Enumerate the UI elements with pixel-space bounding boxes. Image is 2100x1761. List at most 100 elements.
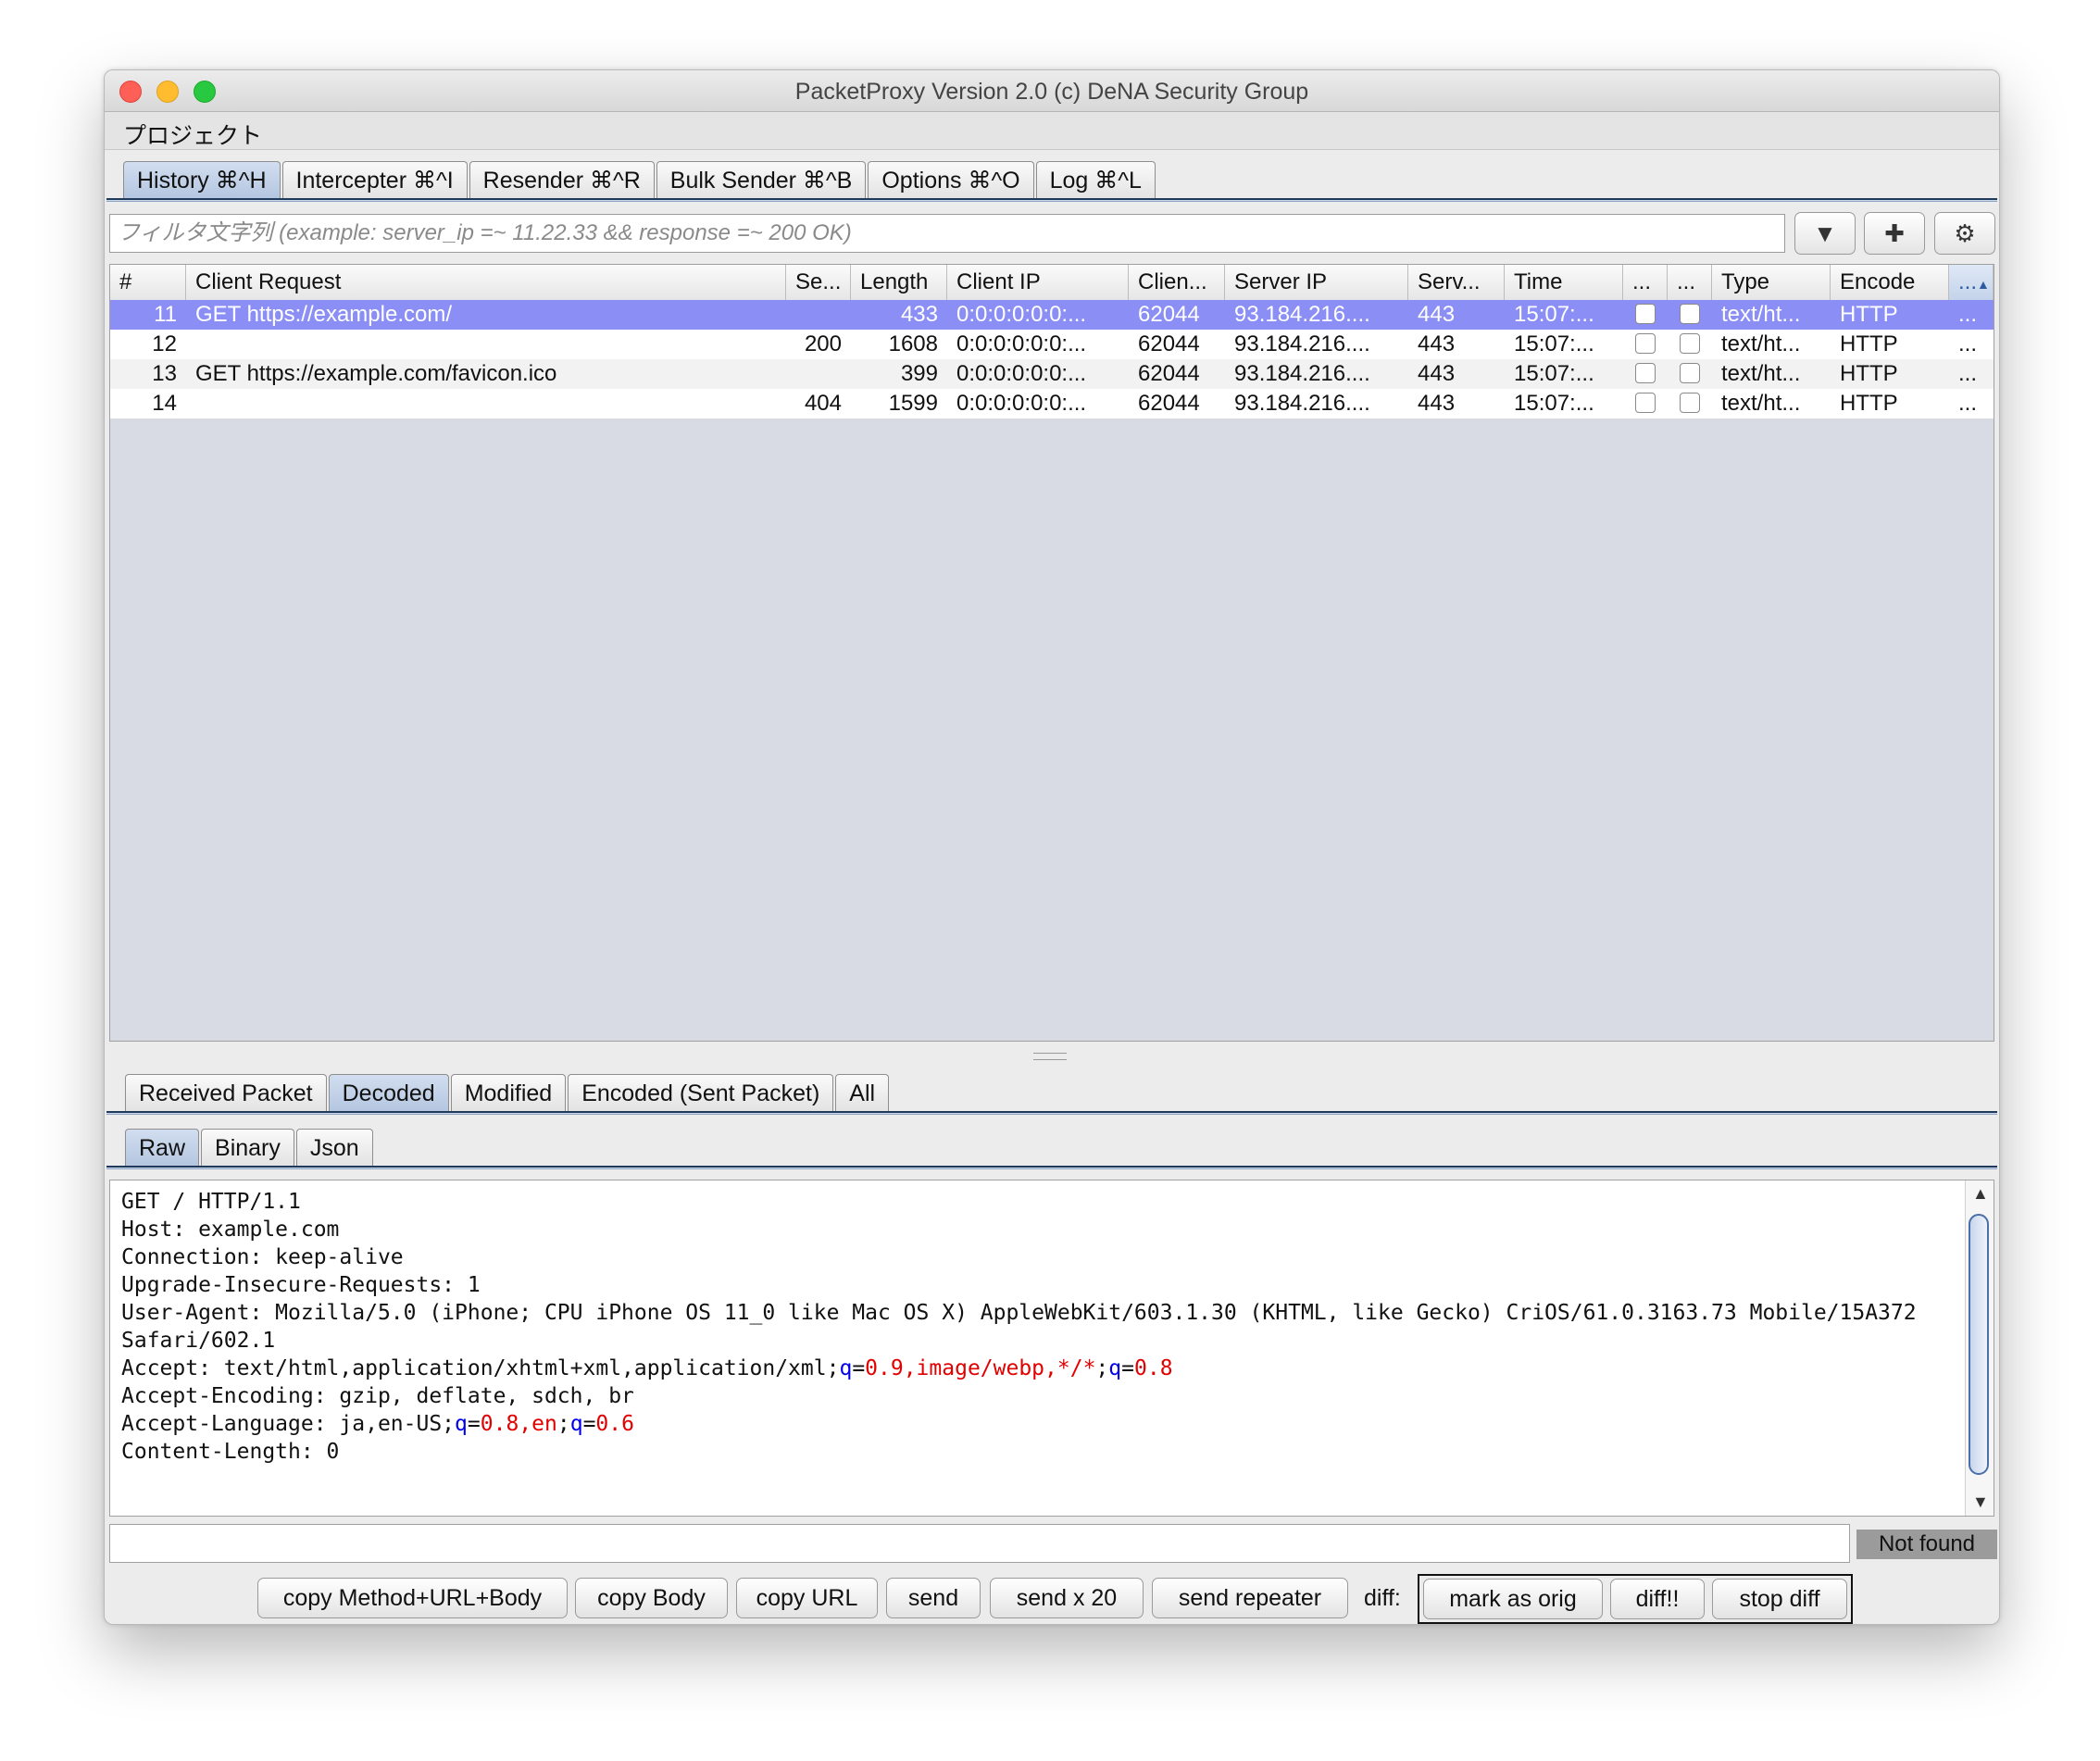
col-header-time[interactable]: Time xyxy=(1505,265,1623,300)
col-header-encode[interactable]: Encode xyxy=(1831,265,1949,300)
raw-line: Safari/602.1 xyxy=(121,1329,276,1353)
cell-client-request xyxy=(186,389,786,418)
send-repeater-button[interactable]: send repeater xyxy=(1152,1578,1348,1618)
row-flag2-checkbox[interactable] xyxy=(1680,333,1700,354)
raw-line-accept: Accept: text/html,application/xhtml+xml,… xyxy=(121,1356,1173,1380)
filter-settings-button[interactable]: ⚙ xyxy=(1934,212,1995,255)
cell-client-request: GET https://example.com/favicon.ico xyxy=(195,361,557,386)
col-header-flag1[interactable]: ... xyxy=(1623,265,1668,300)
cell-more: ... xyxy=(1958,302,1978,327)
row-flag1-checkbox[interactable] xyxy=(1635,393,1656,413)
filter-dropdown-button[interactable]: ▼ xyxy=(1794,212,1856,255)
tab-received-packet[interactable]: Received Packet xyxy=(125,1074,327,1111)
packet-tabs: Received Packet Decoded Modified Encoded… xyxy=(125,1074,891,1111)
col-header-status[interactable]: Se... xyxy=(786,265,851,300)
cell-client-ip: 0:0:0:0:0:0:... xyxy=(956,331,1087,356)
cell-client-port: 62044 xyxy=(1138,302,1200,327)
tab-all[interactable]: All xyxy=(835,1074,890,1111)
row-flag1-checkbox[interactable] xyxy=(1635,304,1656,324)
cell-server-ip: 93.184.216.... xyxy=(1234,361,1370,386)
table-row[interactable]: 12 200 1608 0:0:0:0:0:0:... 62044 93.184… xyxy=(110,330,1994,359)
copy-url-button[interactable]: copy URL xyxy=(736,1578,878,1618)
raw-packet-textarea[interactable]: GET / HTTP/1.1 Host: example.com Connect… xyxy=(109,1180,1994,1517)
cell-more: ... xyxy=(1958,361,1978,386)
tab-encoded-sent-packet[interactable]: Encoded (Sent Packet) xyxy=(568,1074,834,1111)
table-row[interactable]: 14 404 1599 0:0:0:0:0:0:... 62044 93.184… xyxy=(110,389,1994,418)
menu-project[interactable]: プロジェクト xyxy=(123,118,262,151)
scroll-up-arrow-icon[interactable]: ▲ xyxy=(1972,1184,1989,1204)
table-header: # Client Request Se... Length Client IP … xyxy=(110,265,1994,301)
col-header-server-ip[interactable]: Server IP xyxy=(1225,265,1408,300)
filter-input[interactable]: フィルタ文字列 (example: server_ip =~ 11.22.33 … xyxy=(109,214,1785,253)
main-tabs: History ⌘^H Intercepter ⌘^I Resender ⌘^R… xyxy=(123,161,1157,198)
app-window: PacketProxy Version 2.0 (c) DeNA Securit… xyxy=(104,69,2000,1625)
scroll-down-arrow-icon[interactable]: ▼ xyxy=(1972,1492,1989,1512)
col-header-more[interactable]: ...▲ xyxy=(1949,265,1994,300)
cell-time: 15:07:... xyxy=(1514,391,1594,416)
raw-line: Accept-Encoding: gzip, deflate, sdch, br xyxy=(121,1384,634,1408)
col-header-length[interactable]: Length xyxy=(851,265,947,300)
cell-client-ip: 0:0:0:0:0:0:... xyxy=(956,361,1087,386)
col-header-client-port[interactable]: Clien... xyxy=(1129,265,1225,300)
cell-server-port: 443 xyxy=(1418,361,1456,386)
table-row[interactable]: 11 GET https://example.com/ 433 0:0:0:0:… xyxy=(110,300,1994,330)
send-button[interactable]: send xyxy=(886,1578,981,1618)
col-header-server-port[interactable]: Serv... xyxy=(1408,265,1505,300)
cell-client-port: 62044 xyxy=(1138,331,1200,356)
tab-history[interactable]: History ⌘^H xyxy=(123,161,281,198)
cell-number: 11 xyxy=(154,302,177,327)
sort-ascending-icon: ▲ xyxy=(1977,277,1990,292)
search-input[interactable] xyxy=(109,1524,1850,1563)
tab-decoded[interactable]: Decoded xyxy=(328,1074,449,1111)
col-header-type[interactable]: Type xyxy=(1712,265,1831,300)
row-flag1-checkbox[interactable] xyxy=(1635,333,1656,354)
cell-client-request xyxy=(186,330,786,359)
vertical-scrollbar[interactable]: ▲ ▼ xyxy=(1965,1180,1994,1516)
tab-modified[interactable]: Modified xyxy=(450,1074,567,1111)
col-header-number[interactable]: # xyxy=(110,265,186,300)
tab-intercepter[interactable]: Intercepter ⌘^I xyxy=(281,161,468,198)
view-tab-underline xyxy=(106,1166,1997,1169)
diff-button[interactable]: diff!! xyxy=(1610,1579,1705,1619)
send-x20-button[interactable]: send x 20 xyxy=(990,1578,1144,1618)
row-flag2-checkbox[interactable] xyxy=(1680,363,1700,383)
tab-raw[interactable]: Raw xyxy=(125,1129,200,1166)
col-header-client-ip[interactable]: Client IP xyxy=(947,265,1129,300)
menu-bar: プロジェクト xyxy=(105,112,1999,150)
scrollbar-thumb[interactable] xyxy=(1969,1214,1989,1475)
title-bar: PacketProxy Version 2.0 (c) DeNA Securit… xyxy=(105,70,1999,112)
raw-line: User-Agent: Mozilla/5.0 (iPhone; CPU iPh… xyxy=(121,1301,1917,1325)
panel-splitter[interactable] xyxy=(105,1050,1999,1061)
copy-method-url-body-button[interactable]: copy Method+URL+Body xyxy=(257,1578,568,1618)
row-flag2-checkbox[interactable] xyxy=(1680,393,1700,413)
add-filter-button[interactable]: ✚ xyxy=(1864,212,1925,255)
col-header-client-request[interactable]: Client Request xyxy=(186,265,786,300)
tab-json[interactable]: Json xyxy=(295,1129,373,1166)
cell-time: 15:07:... xyxy=(1514,302,1594,327)
cell-type: text/ht... xyxy=(1721,331,1801,356)
tab-binary[interactable]: Binary xyxy=(201,1129,294,1166)
cell-length: 433 xyxy=(900,302,938,327)
cell-encode: HTTP xyxy=(1840,361,1898,386)
tab-resender[interactable]: Resender ⌘^R xyxy=(469,161,655,198)
cell-more: ... xyxy=(1958,331,1978,356)
cell-server-port: 443 xyxy=(1418,391,1456,416)
cell-number: 13 xyxy=(152,361,177,386)
cell-time: 15:07:... xyxy=(1514,361,1594,386)
tab-log[interactable]: Log ⌘^L xyxy=(1035,161,1156,198)
table-row[interactable]: 13 GET https://example.com/favicon.ico 3… xyxy=(110,359,1994,389)
copy-body-button[interactable]: copy Body xyxy=(575,1578,728,1618)
tab-bulk-sender[interactable]: Bulk Sender ⌘^B xyxy=(656,161,867,198)
col-header-flag2[interactable]: ... xyxy=(1668,265,1712,300)
cell-client-request: GET https://example.com/ xyxy=(195,302,452,327)
cell-status: 404 xyxy=(804,391,842,416)
cell-server-port: 443 xyxy=(1418,302,1456,327)
main-tab-underline xyxy=(106,198,1997,202)
cell-type: text/ht... xyxy=(1721,302,1801,327)
cell-type: text/ht... xyxy=(1721,391,1801,416)
row-flag1-checkbox[interactable] xyxy=(1635,363,1656,383)
row-flag2-checkbox[interactable] xyxy=(1680,304,1700,324)
tab-options[interactable]: Options ⌘^O xyxy=(868,161,1034,198)
stop-diff-button[interactable]: stop diff xyxy=(1712,1579,1847,1619)
mark-as-orig-button[interactable]: mark as orig xyxy=(1423,1579,1603,1619)
